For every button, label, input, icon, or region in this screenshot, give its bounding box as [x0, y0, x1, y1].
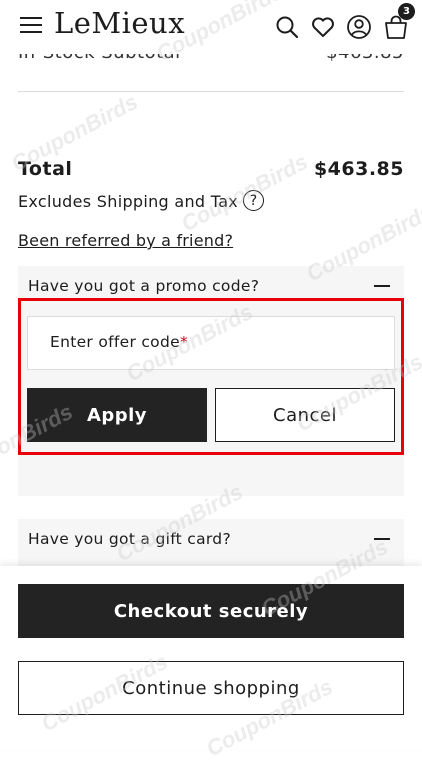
total-row: Total $463.85 — [18, 158, 404, 184]
divider — [18, 91, 404, 92]
promo-code-heading[interactable]: Have you got a promo code? — [28, 277, 259, 295]
gift-card-panel: Have you got a gift card? — [18, 519, 404, 569]
checkout-footer: Checkout securely Continue shopping — [0, 566, 422, 750]
search-icon[interactable] — [274, 14, 300, 40]
offer-code-placeholder-text: Enter offer code — [50, 333, 180, 351]
apply-button[interactable]: Apply — [27, 388, 207, 442]
cart-icon[interactable]: 3 — [383, 3, 415, 40]
cart-count-badge: 3 — [398, 3, 415, 20]
account-icon[interactable] — [346, 14, 372, 40]
excludes-shipping-text: Excludes Shipping and Tax — [18, 192, 239, 211]
offer-code-input[interactable]: Enter offer code* — [27, 316, 395, 370]
site-header: LeMieux 3 — [0, 0, 422, 54]
heart-icon[interactable] — [310, 14, 336, 40]
help-icon[interactable]: ? — [243, 190, 264, 211]
total-label: Total — [18, 158, 73, 180]
continue-shopping-button[interactable]: Continue shopping — [18, 661, 404, 715]
referred-friend-link[interactable]: Been referred by a friend? — [18, 231, 233, 250]
collapse-icon[interactable] — [374, 285, 390, 287]
gift-card-heading[interactable]: Have you got a gift card? — [28, 530, 231, 548]
required-mark: * — [179, 333, 189, 351]
checkout-button[interactable]: Checkout securely — [18, 584, 404, 638]
offer-code-placeholder: Enter offer code* — [50, 333, 188, 351]
site-logo[interactable]: LeMieux — [54, 6, 185, 40]
collapse-icon[interactable] — [374, 538, 390, 540]
total-value: $463.85 — [313, 158, 404, 180]
promo-code-panel: Have you got a promo code? — [18, 266, 404, 496]
cancel-button[interactable]: Cancel — [215, 388, 395, 442]
menu-icon[interactable] — [20, 16, 42, 34]
